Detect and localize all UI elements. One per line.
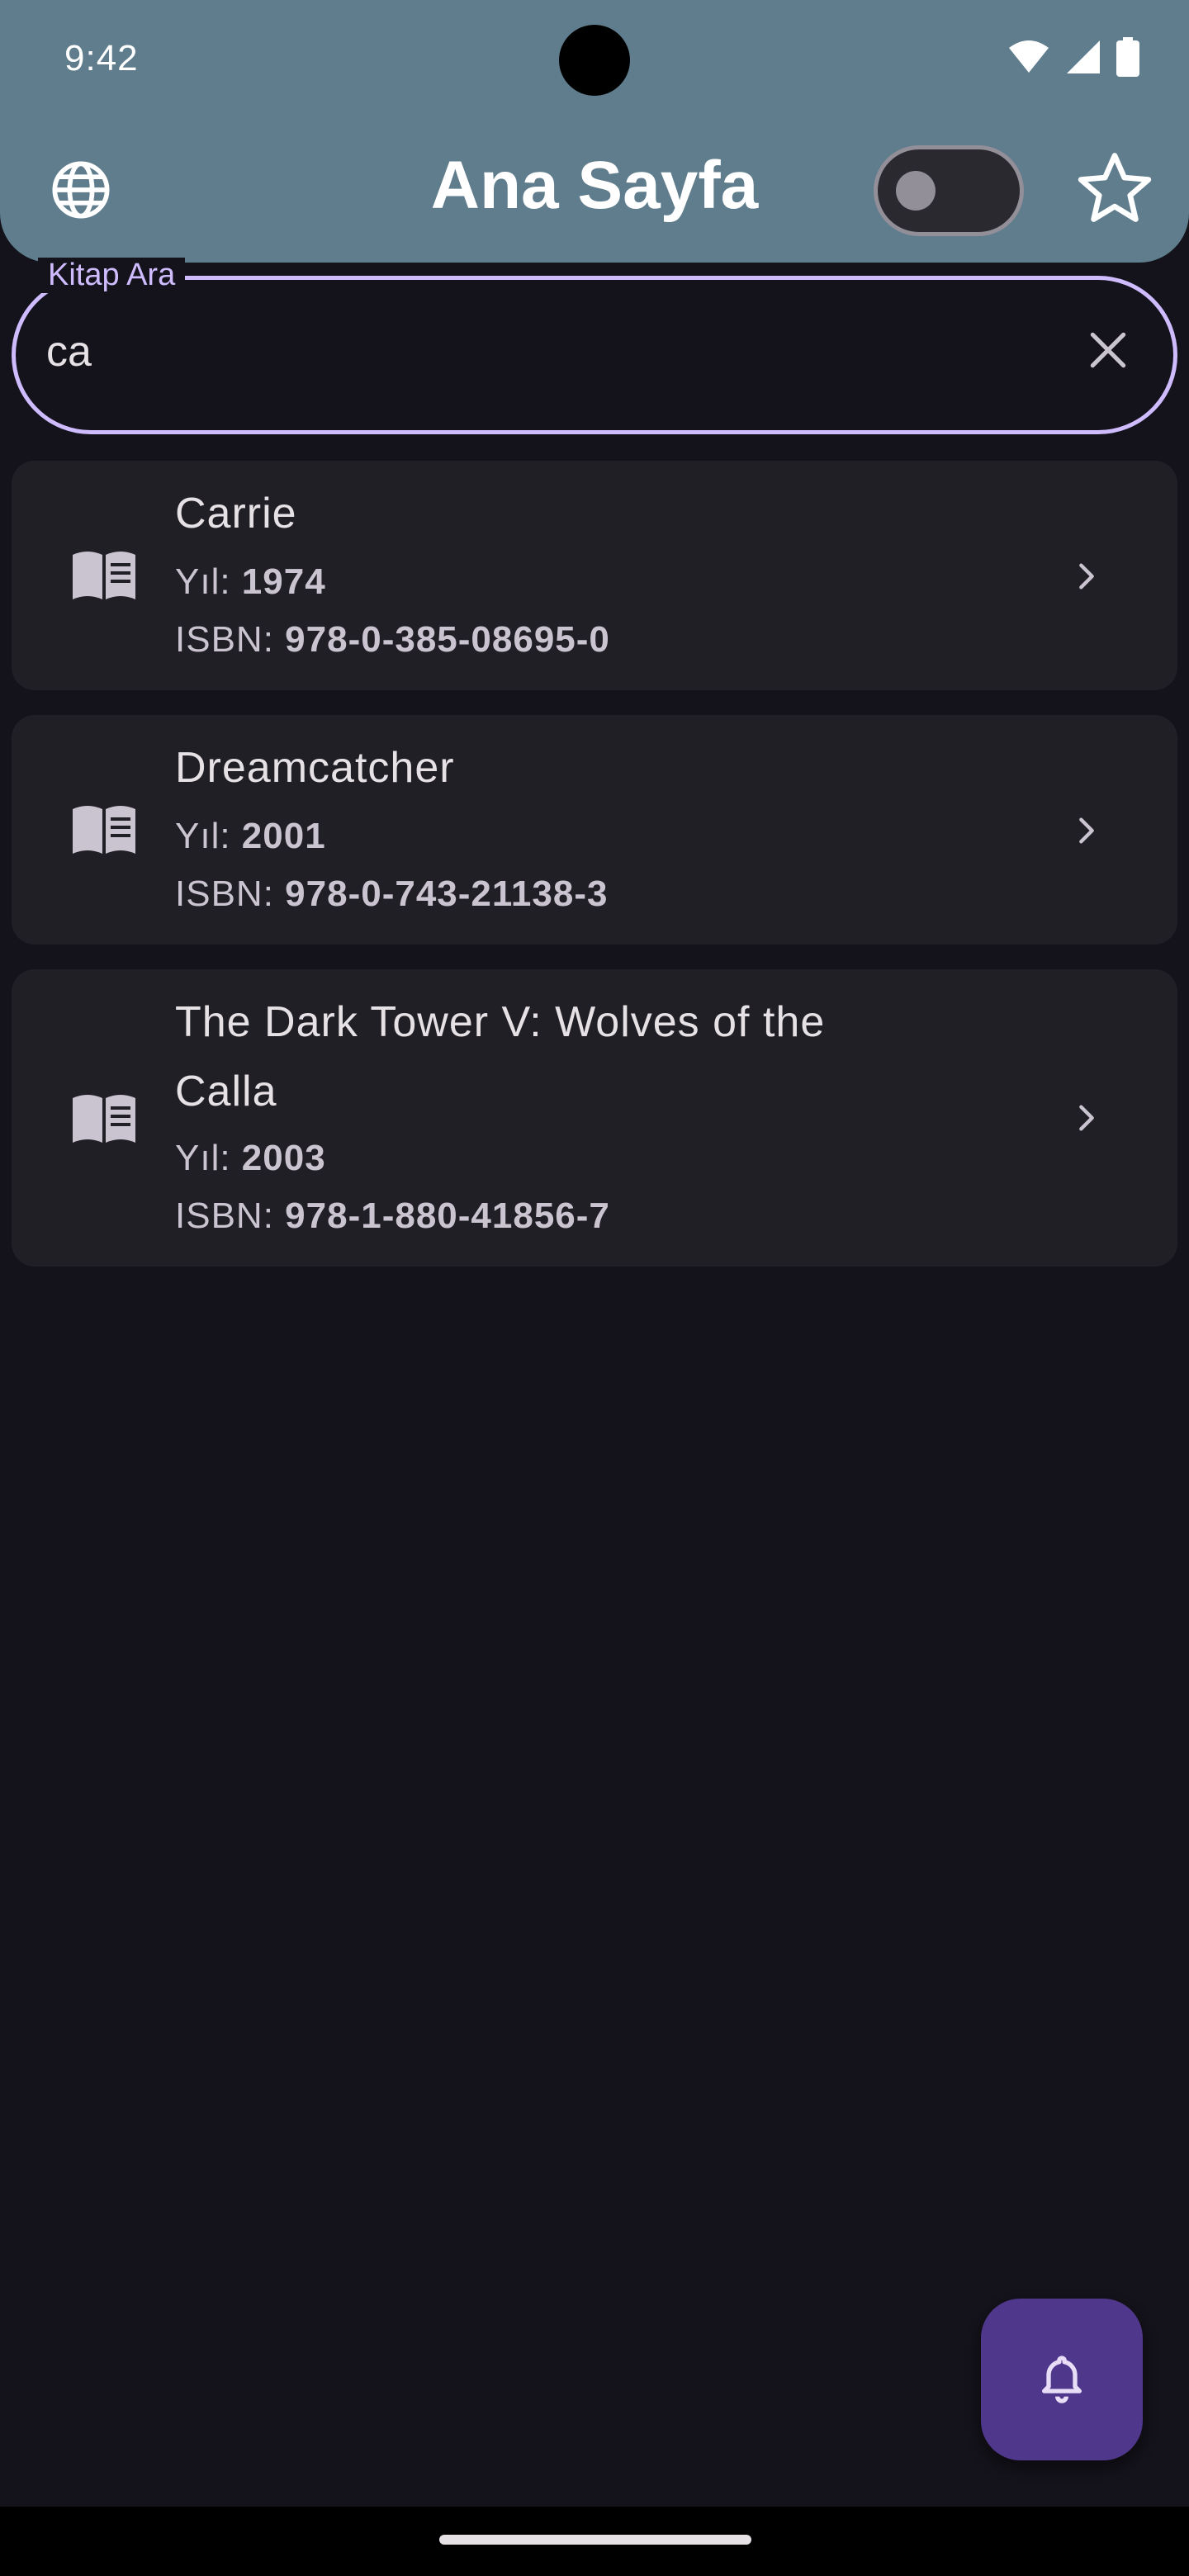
app-header: 9:42 Ana Sayfa (0, 0, 1189, 263)
isbn-label: ISBN: (175, 874, 286, 914)
book-year: Yıl: 1974 (175, 561, 326, 603)
book-title: Carrie (175, 490, 297, 537)
book-isbn: ISBN: 978-1-880-41856-7 (175, 1196, 610, 1237)
chevron-right-icon (1062, 806, 1111, 855)
book-isbn: ISBN: 978-0-743-21138-3 (175, 874, 608, 915)
book-title-continued: Calla (175, 1068, 277, 1115)
isbn-value: 978-1-880-41856-7 (285, 1196, 610, 1236)
book-year: Yıl: 2003 (175, 1138, 326, 1179)
search-label: Kitap Ara (38, 258, 186, 293)
book-title: Dreamcatcher (175, 744, 455, 792)
isbn-value: 978-0-385-08695-0 (285, 619, 610, 660)
status-icons (1007, 36, 1139, 81)
book-card[interactable]: Dreamcatcher Yıl: 2001 ISBN: 978-0-743-2… (12, 715, 1177, 945)
book-card[interactable]: The Dark Tower V: Wolves of the Calla Yı… (12, 969, 1177, 1267)
year-label: Yıl: (175, 816, 242, 856)
home-indicator[interactable] (439, 2535, 751, 2545)
favorites-button[interactable] (1072, 147, 1158, 233)
book-year: Yıl: 2001 (175, 816, 326, 857)
year-label: Yıl: (175, 1138, 242, 1178)
signal-icon (1065, 39, 1101, 79)
status-time: 9:42 (64, 38, 139, 78)
close-icon (1085, 327, 1131, 377)
bell-icon (1035, 2351, 1088, 2408)
screen: 9:42 Ana Sayfa Kitap Ara ca Carrie Yıl: … (0, 0, 1189, 2576)
star-outline-icon (1073, 147, 1156, 234)
year-value: 1974 (241, 561, 326, 602)
camera-cutout (559, 25, 630, 96)
book-title: The Dark Tower V: Wolves of the (175, 998, 826, 1046)
notifications-fab[interactable] (981, 2299, 1143, 2460)
open-book-icon (58, 791, 150, 867)
isbn-label: ISBN: (175, 619, 286, 660)
theme-toggle[interactable] (874, 145, 1024, 236)
battery-icon (1116, 36, 1139, 81)
book-card[interactable]: Carrie Yıl: 1974 ISBN: 978-0-385-08695-0 (12, 461, 1177, 690)
year-value: 2001 (241, 816, 326, 856)
chevron-right-icon (1062, 1093, 1111, 1143)
toggle-knob (896, 171, 936, 211)
isbn-value: 978-0-743-21138-3 (285, 874, 609, 914)
open-book-icon (58, 1080, 150, 1156)
isbn-label: ISBN: (175, 1196, 286, 1236)
year-value: 2003 (241, 1138, 326, 1178)
clear-search-button[interactable] (1075, 319, 1141, 385)
wifi-icon (1007, 40, 1050, 78)
search-field[interactable] (12, 276, 1177, 434)
open-book-icon (58, 537, 150, 613)
chevron-right-icon (1062, 552, 1111, 601)
book-isbn: ISBN: 978-0-385-08695-0 (175, 619, 610, 661)
search-input[interactable]: ca (46, 327, 92, 376)
year-label: Yıl: (175, 561, 242, 602)
